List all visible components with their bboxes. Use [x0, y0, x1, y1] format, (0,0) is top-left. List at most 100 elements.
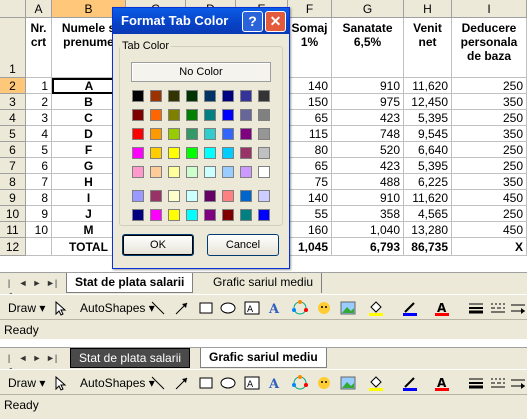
fill-color-icon[interactable] [368, 375, 384, 391]
textbox-icon[interactable]: A [244, 300, 260, 316]
cell-f[interactable]: 115 [288, 126, 332, 142]
oval-icon[interactable] [220, 375, 236, 391]
tab-grafic-sariul[interactable]: Grafic sariul mediu [205, 273, 323, 293]
row-header-9[interactable]: 9 [0, 190, 26, 206]
color-swatch[interactable] [258, 109, 270, 121]
column-header-i[interactable]: I [452, 0, 527, 18]
header-i[interactable]: Deducere personala de baza [452, 18, 527, 78]
header-h[interactable]: Venit net [404, 18, 452, 78]
fill-color-icon[interactable] [368, 300, 384, 316]
color-swatch[interactable] [150, 190, 162, 202]
cell-f[interactable]: 55 [288, 206, 332, 222]
line-style-icon[interactable] [468, 375, 484, 391]
first-sheet-icon[interactable]: |◄ [4, 277, 14, 300]
line-style-icon[interactable] [468, 300, 484, 316]
total-g[interactable]: 6,793 [332, 238, 404, 256]
cell-i[interactable]: 250 [452, 78, 527, 94]
next-sheet-icon[interactable]: ► [32, 277, 42, 289]
cell-i[interactable]: 250 [452, 206, 527, 222]
cell-i[interactable]: 250 [452, 142, 527, 158]
color-swatch[interactable] [150, 147, 162, 159]
autoshapes-menu[interactable]: AutoShapes ▾ [80, 376, 155, 390]
picture-icon[interactable] [340, 300, 356, 316]
cell-f[interactable]: 65 [288, 110, 332, 126]
rectangle-icon[interactable] [198, 375, 214, 391]
dash-style-icon[interactable] [490, 300, 506, 316]
cell-nr[interactable]: 9 [26, 206, 52, 222]
color-swatch[interactable] [222, 190, 234, 202]
color-swatch[interactable] [222, 209, 234, 221]
color-swatch[interactable] [150, 128, 162, 140]
arrow-icon[interactable] [174, 375, 190, 391]
row-header-4[interactable]: 4 [0, 110, 26, 126]
diagram-icon[interactable] [292, 300, 308, 316]
color-swatch[interactable] [258, 190, 270, 202]
color-swatch[interactable] [132, 128, 144, 140]
cell-nr[interactable]: 3 [26, 110, 52, 126]
last-sheet-icon[interactable]: ►| [46, 277, 57, 289]
color-swatch[interactable] [204, 90, 216, 102]
cell-h[interactable]: 5,395 [404, 158, 452, 174]
cell-h[interactable]: 11,620 [404, 190, 452, 206]
color-swatch[interactable] [222, 166, 234, 178]
cell-g[interactable]: 423 [332, 158, 404, 174]
cell-h[interactable]: 9,545 [404, 126, 452, 142]
color-swatch[interactable] [186, 128, 198, 140]
cell-i[interactable]: 350 [452, 174, 527, 190]
line-icon[interactable] [150, 300, 166, 316]
cell-f[interactable]: 80 [288, 142, 332, 158]
cell-h[interactable]: 4,565 [404, 206, 452, 222]
first-sheet-icon[interactable]: |◄ [4, 352, 14, 375]
color-swatch[interactable] [240, 147, 252, 159]
color-swatch[interactable] [168, 90, 180, 102]
prev-sheet-icon[interactable]: ◄ [18, 277, 28, 289]
cell-i[interactable]: 250 [452, 158, 527, 174]
table-cell[interactable] [26, 238, 52, 256]
draw-menu[interactable]: Draw ▾ [8, 376, 45, 390]
cell-i[interactable]: 350 [452, 126, 527, 142]
color-swatch[interactable] [186, 166, 198, 178]
cell-g[interactable]: 910 [332, 190, 404, 206]
color-swatch[interactable] [150, 109, 162, 121]
color-swatch[interactable] [168, 147, 180, 159]
color-swatch[interactable] [240, 209, 252, 221]
column-header-f[interactable]: F [288, 0, 332, 18]
rectangle-icon[interactable] [198, 300, 214, 316]
row-header-2[interactable]: 2 [0, 78, 26, 94]
row-header-6[interactable]: 6 [0, 142, 26, 158]
header-f[interactable]: Somaj 1% [288, 18, 332, 78]
cell-g[interactable]: 748 [332, 126, 404, 142]
cell-h[interactable]: 13,280 [404, 222, 452, 238]
color-swatch[interactable] [222, 128, 234, 140]
color-swatch[interactable] [168, 109, 180, 121]
color-swatch[interactable] [258, 128, 270, 140]
color-swatch[interactable] [150, 166, 162, 178]
cell-g[interactable]: 520 [332, 142, 404, 158]
cell-f[interactable]: 75 [288, 174, 332, 190]
column-header-g[interactable]: G [332, 0, 404, 18]
color-swatch[interactable] [132, 109, 144, 121]
color-swatch[interactable] [132, 90, 144, 102]
font-color-icon[interactable]: A [434, 375, 450, 391]
prev-sheet-icon[interactable]: ◄ [18, 352, 28, 364]
cell-h[interactable]: 6,640 [404, 142, 452, 158]
cell-i[interactable]: 450 [452, 222, 527, 238]
autoshapes-menu[interactable]: AutoShapes ▾ [80, 301, 155, 315]
row-header-11[interactable]: 11 [0, 222, 26, 238]
cell-nr[interactable]: 2 [26, 94, 52, 110]
cell-nr[interactable]: 7 [26, 174, 52, 190]
line-color-icon[interactable] [402, 375, 418, 391]
color-swatch[interactable] [240, 190, 252, 202]
cell-nr[interactable]: 4 [26, 126, 52, 142]
color-swatch[interactable] [204, 209, 216, 221]
cancel-button[interactable]: Cancel [207, 234, 279, 256]
color-swatch[interactable] [168, 166, 180, 178]
color-swatch[interactable] [132, 147, 144, 159]
cell-nr[interactable]: 8 [26, 190, 52, 206]
total-h[interactable]: 86,735 [404, 238, 452, 256]
row-header-7[interactable]: 7 [0, 158, 26, 174]
cell-i[interactable]: 450 [452, 190, 527, 206]
cell-nr[interactable]: 6 [26, 158, 52, 174]
color-swatch[interactable] [240, 90, 252, 102]
column-header-h[interactable]: H [404, 0, 452, 18]
